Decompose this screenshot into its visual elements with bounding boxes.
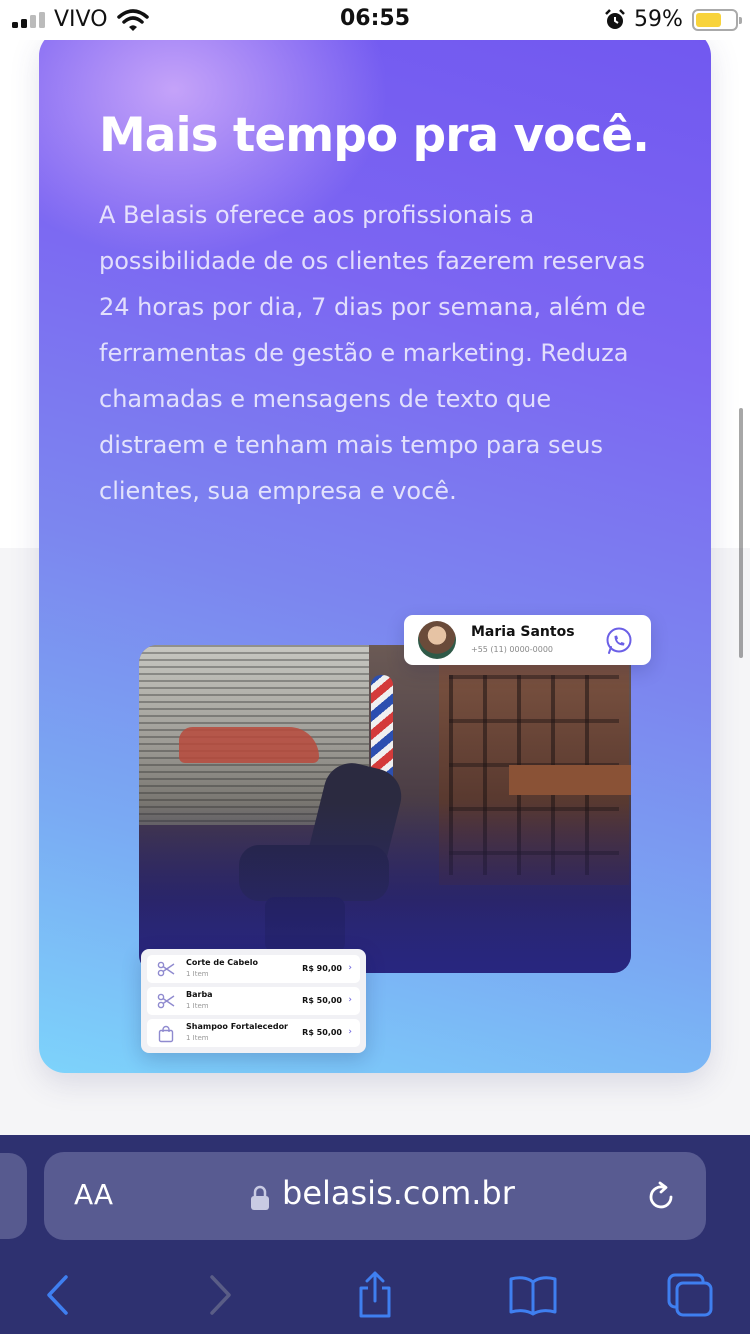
service-price: R$ 50,00 (302, 996, 342, 1005)
chevron-right-icon (210, 1275, 231, 1315)
contact-name: Maria Santos (471, 624, 575, 640)
chevron-right-icon: › (348, 995, 352, 1005)
service-name: Shampoo Fortalecedor (186, 1022, 289, 1031)
share-button[interactable] (345, 1265, 405, 1325)
lock-icon (251, 1185, 269, 1210)
url-text: belasis.com.br (282, 1174, 515, 1212)
avatar (418, 621, 456, 659)
service-quantity: 1 Item (186, 1002, 209, 1010)
battery-percent: 59% (634, 7, 683, 32)
text-size-label: AA (74, 1178, 114, 1211)
reload-icon[interactable] (644, 1180, 678, 1214)
chevron-right-icon: › (348, 963, 352, 973)
contact-phone: +55 (11) 0000-0000 (471, 645, 553, 654)
forward-button[interactable] (190, 1265, 250, 1325)
bookmarks-button[interactable] (503, 1265, 563, 1325)
contact-card: Maria Santos +55 (11) 0000-0000 (404, 615, 651, 665)
browser-bottom-bar: AA belasis.com.br (0, 1135, 750, 1334)
alarm-icon (605, 9, 625, 29)
battery-icon (692, 9, 742, 31)
text-size-button[interactable]: AA (74, 1178, 113, 1211)
status-bar: VIVO 06:55 59% (0, 0, 750, 40)
hero-card: Mais tempo pra você. A Belasis oferece a… (39, 30, 711, 1073)
list-item[interactable]: Shampoo Fortalecedor 1 Item R$ 50,00 › (147, 1019, 360, 1047)
list-item[interactable]: Barba 1 Item R$ 50,00 › (147, 987, 360, 1015)
previous-tab-preview[interactable] (0, 1153, 27, 1239)
barbershop-photo (139, 645, 631, 973)
scissors-icon (157, 961, 175, 977)
tabs-button[interactable] (660, 1265, 720, 1325)
service-price: R$ 90,00 (302, 964, 342, 973)
service-name: Barba (186, 990, 213, 999)
chevron-right-icon: › (348, 1027, 352, 1037)
whatsapp-icon (606, 627, 632, 654)
service-quantity: 1 Item (186, 1034, 209, 1042)
tabs-icon (667, 1273, 713, 1317)
browser-toolbar (0, 1265, 750, 1325)
scrollbar[interactable] (739, 408, 743, 658)
service-quantity: 1 Item (186, 970, 209, 978)
chevron-left-icon (47, 1275, 68, 1315)
service-name: Corte de Cabelo (186, 958, 258, 967)
address-bar[interactable]: AA belasis.com.br (44, 1152, 706, 1240)
shopping-bag-icon (158, 1025, 174, 1043)
list-item[interactable]: Corte de Cabelo 1 Item R$ 90,00 › (147, 955, 360, 983)
services-list: Corte de Cabelo 1 Item R$ 90,00 › Barba … (141, 949, 366, 1053)
service-price: R$ 50,00 (302, 1028, 342, 1037)
share-icon (359, 1271, 391, 1318)
hero-description: A Belasis oferece aos profissionais a po… (99, 201, 646, 505)
scissors-icon (157, 993, 175, 1009)
back-button[interactable] (28, 1265, 88, 1325)
hero-title: Mais tempo pra você. (99, 108, 650, 163)
book-icon (509, 1276, 557, 1316)
